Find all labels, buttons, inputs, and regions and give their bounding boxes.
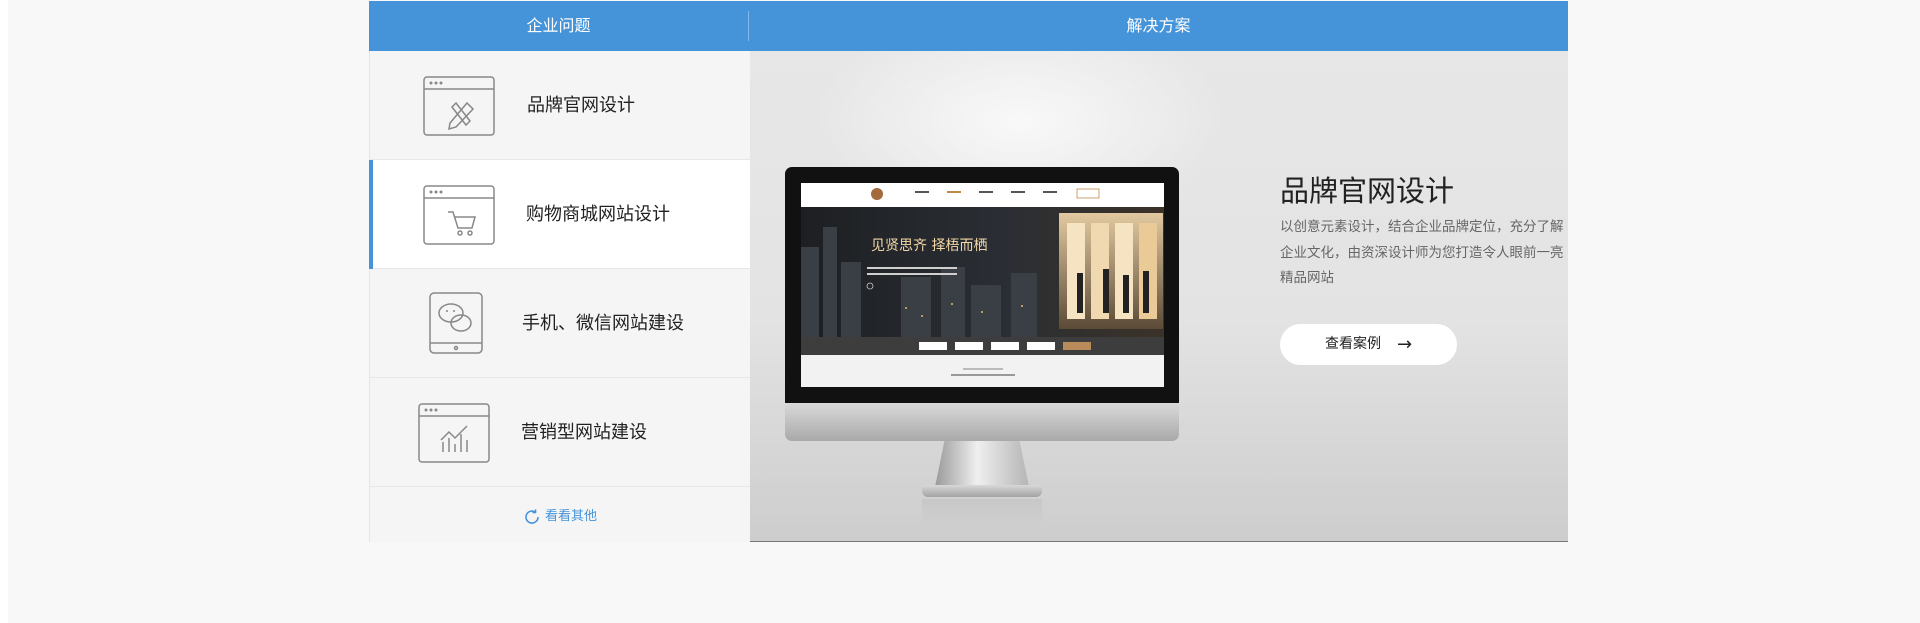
solution-showcase: 见贤思齐 择梧而栖 品牌官网设计 以创意元素设计，结合企业品牌定位，充分了解企业…	[750, 51, 1568, 542]
problem-label: 手机、微信网站建设	[522, 313, 684, 334]
wechat-phone-icon	[426, 291, 486, 355]
problem-label: 购物商城网站设计	[526, 204, 670, 225]
bar-chart-browser-icon	[417, 400, 491, 464]
problem-list: 品牌官网设计 购物商城网站设计 手机、微信网站建设 营销型网站建设 看看其他	[369, 51, 750, 542]
pen-brush-browser-icon	[422, 73, 496, 137]
preview-hero-text: 见贤思齐 择梧而栖	[871, 238, 988, 254]
problem-label: 品牌官网设计	[527, 95, 635, 116]
solution-panel: 企业问题 解决方案 品牌官网设计 购物商城网站设计 手机、微信网站建设 营销型网…	[369, 1, 1568, 542]
monitor-reflection	[922, 499, 1042, 525]
preview-navbar	[801, 183, 1164, 207]
monitor-stand	[935, 441, 1029, 487]
preview-hero-photo	[1059, 213, 1163, 329]
view-cases-label: 查看案例	[1324, 336, 1381, 352]
view-cases-button[interactable]: 查看案例 →	[1280, 324, 1457, 365]
preview-footer	[801, 355, 1164, 387]
problem-item-marketing-site[interactable]: 营销型网站建设	[370, 378, 750, 487]
problem-label: 营销型网站建设	[521, 422, 647, 443]
problem-item-brand-site[interactable]: 品牌官网设计	[370, 51, 750, 160]
solution-description: 以创意元素设计，结合企业品牌定位，充分了解企业文化，由资深设计师为您打造令人眼前…	[1280, 219, 1564, 286]
solution-title: 品牌官网设计	[1280, 174, 1455, 208]
website-preview: 见贤思齐 择梧而栖	[801, 183, 1164, 387]
monitor-base	[922, 485, 1042, 497]
header-problems-title: 企业问题	[526, 16, 591, 35]
see-more-label: 看看其他	[544, 509, 597, 524]
arrow-right-icon: →	[1396, 334, 1413, 355]
preview-form-bar	[801, 337, 1164, 355]
page-background: 企业问题 解决方案 品牌官网设计 购物商城网站设计 手机、微信网站建设 营销型网…	[8, 0, 1920, 623]
shopping-cart-browser-icon	[422, 182, 496, 246]
monitor-bezel: 见贤思齐 择梧而栖	[785, 167, 1179, 403]
active-indicator	[369, 160, 373, 269]
problem-item-mobile-wechat[interactable]: 手机、微信网站建设	[370, 269, 750, 378]
monitor-chin	[785, 403, 1179, 441]
problem-item-shop-site[interactable]: 购物商城网站设计	[369, 160, 750, 269]
preview-hero-banner: 见贤思齐 择梧而栖	[801, 207, 1164, 337]
see-more-button[interactable]: 看看其他	[370, 491, 750, 542]
refresh-icon	[525, 509, 539, 524]
panel-header: 企业问题 解决方案	[369, 1, 1568, 51]
header-solutions-title: 解决方案	[1126, 16, 1191, 35]
